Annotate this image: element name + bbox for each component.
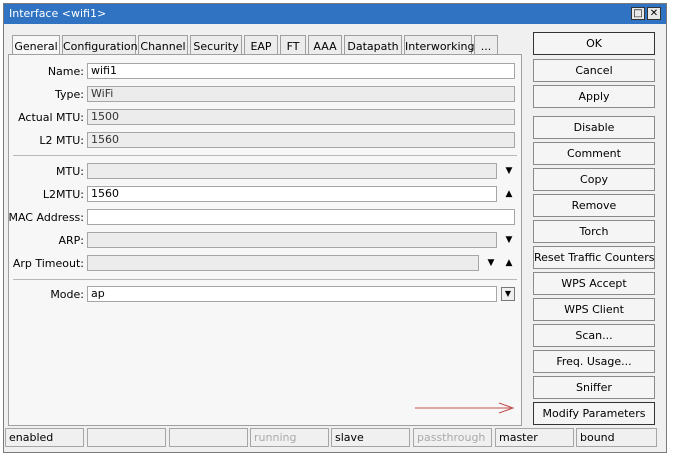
apply-button[interactable]: Apply <box>533 85 655 108</box>
arp-field[interactable] <box>87 232 497 248</box>
modify-parameters-button[interactable]: Modify Parameters <box>533 402 655 425</box>
l2mtu-field[interactable]: 1560 <box>87 186 497 202</box>
close-icon[interactable]: ✕ <box>647 7 661 20</box>
mac-address-field[interactable] <box>87 209 515 225</box>
mode-label: Mode: <box>50 288 84 301</box>
reset-traffic-counters-button[interactable]: Reset Traffic Counters <box>533 246 655 269</box>
wps-accept-button[interactable]: WPS Accept <box>533 272 655 295</box>
title-bar[interactable]: Interface <wifi1> □ ✕ <box>4 4 666 24</box>
type-label: Type: <box>55 88 84 101</box>
status-cell <box>87 428 166 447</box>
mtu-dropdown-icon[interactable]: ▼ <box>503 165 515 177</box>
status-passthrough: passthrough <box>413 428 492 447</box>
l2-mtu-info-field: 1560 <box>87 132 515 148</box>
l2mtu-label: L2MTU: <box>42 188 84 201</box>
status-master: master <box>495 428 574 447</box>
mtu-field[interactable] <box>87 163 497 179</box>
scan-button[interactable]: Scan... <box>533 324 655 347</box>
status-running: running <box>250 428 329 447</box>
freq-usage-button[interactable]: Freq. Usage... <box>533 350 655 373</box>
sniffer-button[interactable]: Sniffer <box>533 376 655 399</box>
remove-button[interactable]: Remove <box>533 194 655 217</box>
annotation-arrow-icon <box>415 402 515 414</box>
section-divider <box>13 279 517 280</box>
wps-client-button[interactable]: WPS Client <box>533 298 655 321</box>
actual-mtu-field: 1500 <box>87 109 515 125</box>
section-divider <box>13 155 517 156</box>
copy-button[interactable]: Copy <box>533 168 655 191</box>
ok-button[interactable]: OK <box>533 32 655 55</box>
status-cell <box>169 428 248 447</box>
status-enabled: enabled <box>5 428 84 447</box>
type-field: WiFi <box>87 86 515 102</box>
mode-select[interactable]: ap <box>87 286 497 302</box>
arp-timeout-label: Arp Timeout: <box>12 257 84 270</box>
arp-label: ARP: <box>58 234 84 247</box>
l2-mtu-info-label: L2 MTU: <box>39 134 84 147</box>
name-field[interactable]: wifi1 <box>87 63 515 79</box>
mtu-label: MTU: <box>56 165 84 178</box>
window-title: Interface <wifi1> <box>9 7 107 20</box>
arp-timeout-field[interactable] <box>87 255 479 271</box>
status-bound: bound <box>576 428 657 447</box>
status-bar: enabled running slave passthrough master… <box>5 428 659 447</box>
arp-timeout-collapse-icon[interactable]: ▲ <box>503 257 515 269</box>
general-tab-panel: Name: Type: Actual MTU: L2 MTU: MTU: L2M… <box>8 54 522 426</box>
l2mtu-collapse-icon[interactable]: ▲ <box>503 188 515 200</box>
arp-timeout-dropdown-icon[interactable]: ▼ <box>485 257 497 269</box>
maximize-icon[interactable]: □ <box>631 7 645 20</box>
actual-mtu-label: Actual MTU: <box>18 111 84 124</box>
mac-address-label: MAC Address: <box>8 211 84 224</box>
disable-button[interactable]: Disable <box>533 116 655 139</box>
name-label: Name: <box>47 65 84 78</box>
torch-button[interactable]: Torch <box>533 220 655 243</box>
cancel-button[interactable]: Cancel <box>533 59 655 82</box>
status-slave: slave <box>331 428 410 447</box>
label-column: Name: Type: Actual MTU: L2 MTU: MTU: L2M… <box>8 55 84 425</box>
mode-dropdown-icon[interactable]: ▼ <box>501 287 515 301</box>
arp-dropdown-icon[interactable]: ▼ <box>503 234 515 246</box>
comment-button[interactable]: Comment <box>533 142 655 165</box>
